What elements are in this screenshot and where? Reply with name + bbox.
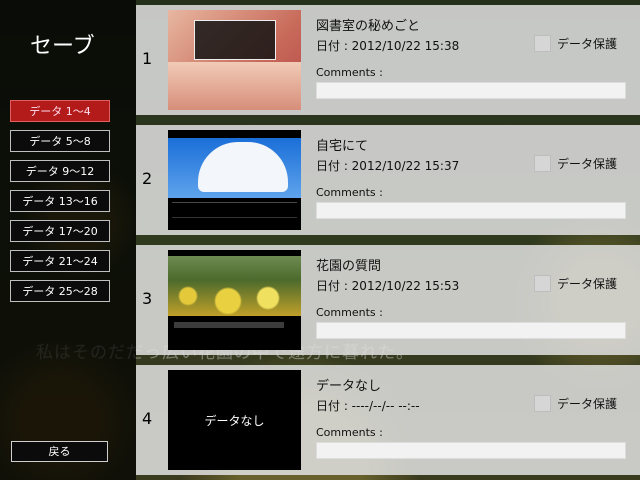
data-protect: データ保護 [534,275,617,292]
back-button[interactable]: 戻る [11,441,108,462]
thumbnail-flower-field [168,256,301,316]
thumbnail-menu-overlay [194,20,276,60]
nav-data-9-12[interactable]: データ 9〜12 [10,160,110,182]
nav-data-21-24[interactable]: データ 21〜24 [10,250,110,272]
thumbnail-textbox [174,322,284,328]
slot-date: 日付 : ----/--/-- --:-- [316,399,420,413]
slot-title: 花園の質問 [316,259,382,274]
left-panel: セーブ データ 1〜4 データ 5〜8 データ 9〜12 データ 13〜16 デ… [0,0,136,480]
nav-data-5-8[interactable]: データ 5〜8 [10,130,110,152]
save-slot-1[interactable]: 1 図書室の秘めごと 日付 : 2012/10/22 15:38 データ保護 C… [136,5,640,115]
data-protect: データ保護 [534,395,617,412]
slot-thumbnail [168,10,301,110]
comments-label: Comments : [316,306,383,319]
data-protect-checkbox[interactable] [534,155,551,172]
data-protect-label: データ保護 [557,277,618,291]
data-page-nav: データ 1〜4 データ 5〜8 データ 9〜12 データ 13〜16 データ 1… [10,100,110,310]
data-protect-label: データ保護 [557,397,618,411]
data-protect-checkbox[interactable] [534,275,551,292]
comments-label: Comments : [316,426,383,439]
data-protect-label: データ保護 [557,37,618,51]
nav-data-13-16[interactable]: データ 13〜16 [10,190,110,212]
screen-title: セーブ [30,34,95,59]
slot-thumbnail-empty: データなし [168,370,301,470]
slot-number: 1 [142,49,153,68]
slot-title: 図書室の秘めごと [316,19,421,34]
slot-number: 4 [142,409,153,428]
slot-number: 2 [142,169,153,188]
slot-thumbnail [168,250,301,350]
slot-number: 3 [142,289,153,308]
data-protect: データ保護 [534,35,617,52]
data-protect-checkbox[interactable] [534,35,551,52]
nav-data-1-4[interactable]: データ 1〜4 [10,100,110,122]
slot-date: 日付 : 2012/10/22 15:37 [316,159,460,173]
comments-input[interactable] [316,82,626,99]
data-protect-label: データ保護 [557,157,618,171]
slot-date: 日付 : 2012/10/22 15:38 [316,39,460,53]
slot-title: データなし [316,379,382,394]
save-slot-4[interactable]: 4 データなし データなし 日付 : ----/--/-- --:-- データ保… [136,365,640,475]
comments-input[interactable] [316,322,626,339]
slot-date: 日付 : 2012/10/22 15:53 [316,279,460,293]
comments-input[interactable] [316,202,626,219]
thumbnail-scene [168,62,301,110]
comments-label: Comments : [316,186,383,199]
data-protect-checkbox[interactable] [534,395,551,412]
slot-title: 自宅にて [316,139,369,154]
thumbnail-textbox [172,202,297,218]
slot-thumbnail [168,130,301,230]
data-protect: データ保護 [534,155,617,172]
save-slot-3[interactable]: 3 花園の質問 日付 : 2012/10/22 15:53 データ保護 Comm… [136,245,640,355]
comments-label: Comments : [316,66,383,79]
nav-data-17-20[interactable]: データ 17〜20 [10,220,110,242]
comments-input[interactable] [316,442,626,459]
save-slot-2[interactable]: 2 自宅にて 日付 : 2012/10/22 15:37 データ保護 Comme… [136,125,640,235]
nav-data-25-28[interactable]: データ 25〜28 [10,280,110,302]
